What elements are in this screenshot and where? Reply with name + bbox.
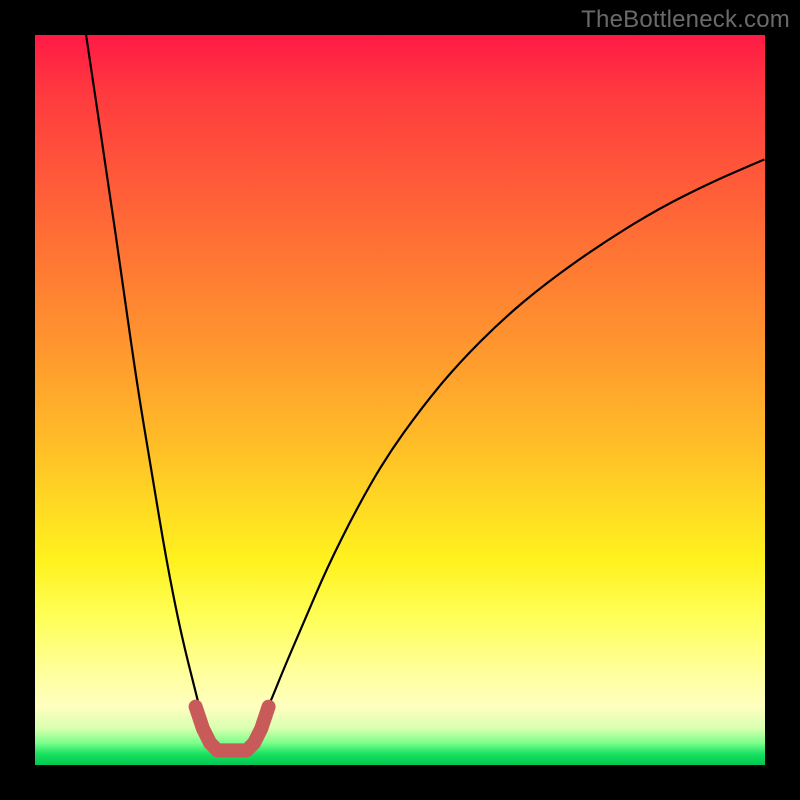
watermark-text: TheBottleneck.com [581, 6, 790, 34]
curve-svg [35, 35, 765, 765]
optimal-region-marker [196, 707, 269, 751]
curve-left-branch [86, 35, 210, 736]
curve-right-branch [254, 159, 765, 736]
plot-area [35, 35, 765, 765]
chart-frame: TheBottleneck.com [0, 0, 800, 800]
